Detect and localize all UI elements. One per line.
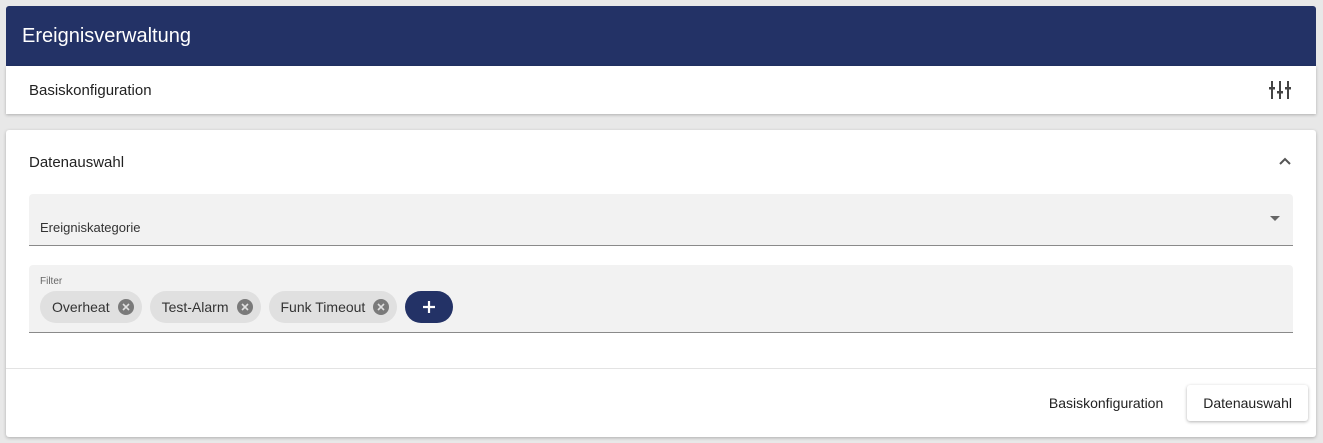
filter-field[interactable]: Filter Overheat Test-Alarm Funk Timeout bbox=[29, 265, 1293, 333]
event-category-select[interactable]: Ereigniskategorie bbox=[29, 194, 1293, 246]
basis-config-bar: Basiskonfiguration bbox=[6, 66, 1316, 114]
app-title: Ereignisverwaltung bbox=[22, 24, 191, 47]
event-category-label: Ereigniskategorie bbox=[40, 220, 141, 235]
add-filter-button[interactable] bbox=[405, 291, 454, 323]
filter-chips: Overheat Test-Alarm Funk Timeout bbox=[40, 291, 454, 323]
data-selection-panel: Datenauswahl Ereigniskategorie Filter Ov… bbox=[6, 130, 1316, 437]
data-selection-button[interactable]: Datenauswahl bbox=[1187, 385, 1308, 421]
basis-config-button[interactable]: Basiskonfiguration bbox=[1033, 385, 1179, 421]
panel-title: Datenauswahl bbox=[29, 153, 125, 171]
footer-divider bbox=[6, 368, 1316, 369]
caret-down-icon[interactable] bbox=[1270, 216, 1280, 221]
basis-config-label: Basiskonfiguration bbox=[29, 81, 152, 99]
chevron-up-icon[interactable] bbox=[1276, 153, 1294, 171]
plus-icon bbox=[423, 301, 436, 313]
panel-header[interactable]: Datenauswahl bbox=[6, 130, 1316, 194]
footer-actions: Basiskonfiguration Datenauswahl bbox=[1033, 385, 1308, 421]
filter-chip-overheat[interactable]: Overheat bbox=[40, 291, 142, 323]
filter-label: Filter bbox=[40, 276, 63, 287]
app-header: Ereignisverwaltung bbox=[6, 6, 1316, 66]
filter-chip-test-alarm[interactable]: Test-Alarm bbox=[149, 291, 261, 323]
tune-icon[interactable] bbox=[1268, 78, 1292, 102]
filter-chip-funk-timeout[interactable]: Funk Timeout bbox=[268, 291, 398, 323]
chip-label: Funk Timeout bbox=[280, 299, 366, 315]
chip-remove-icon[interactable] bbox=[373, 299, 390, 315]
chip-remove-icon[interactable] bbox=[117, 299, 134, 315]
chip-label: Overheat bbox=[52, 299, 110, 315]
chip-remove-icon[interactable] bbox=[236, 299, 253, 315]
chip-label: Test-Alarm bbox=[161, 299, 229, 315]
